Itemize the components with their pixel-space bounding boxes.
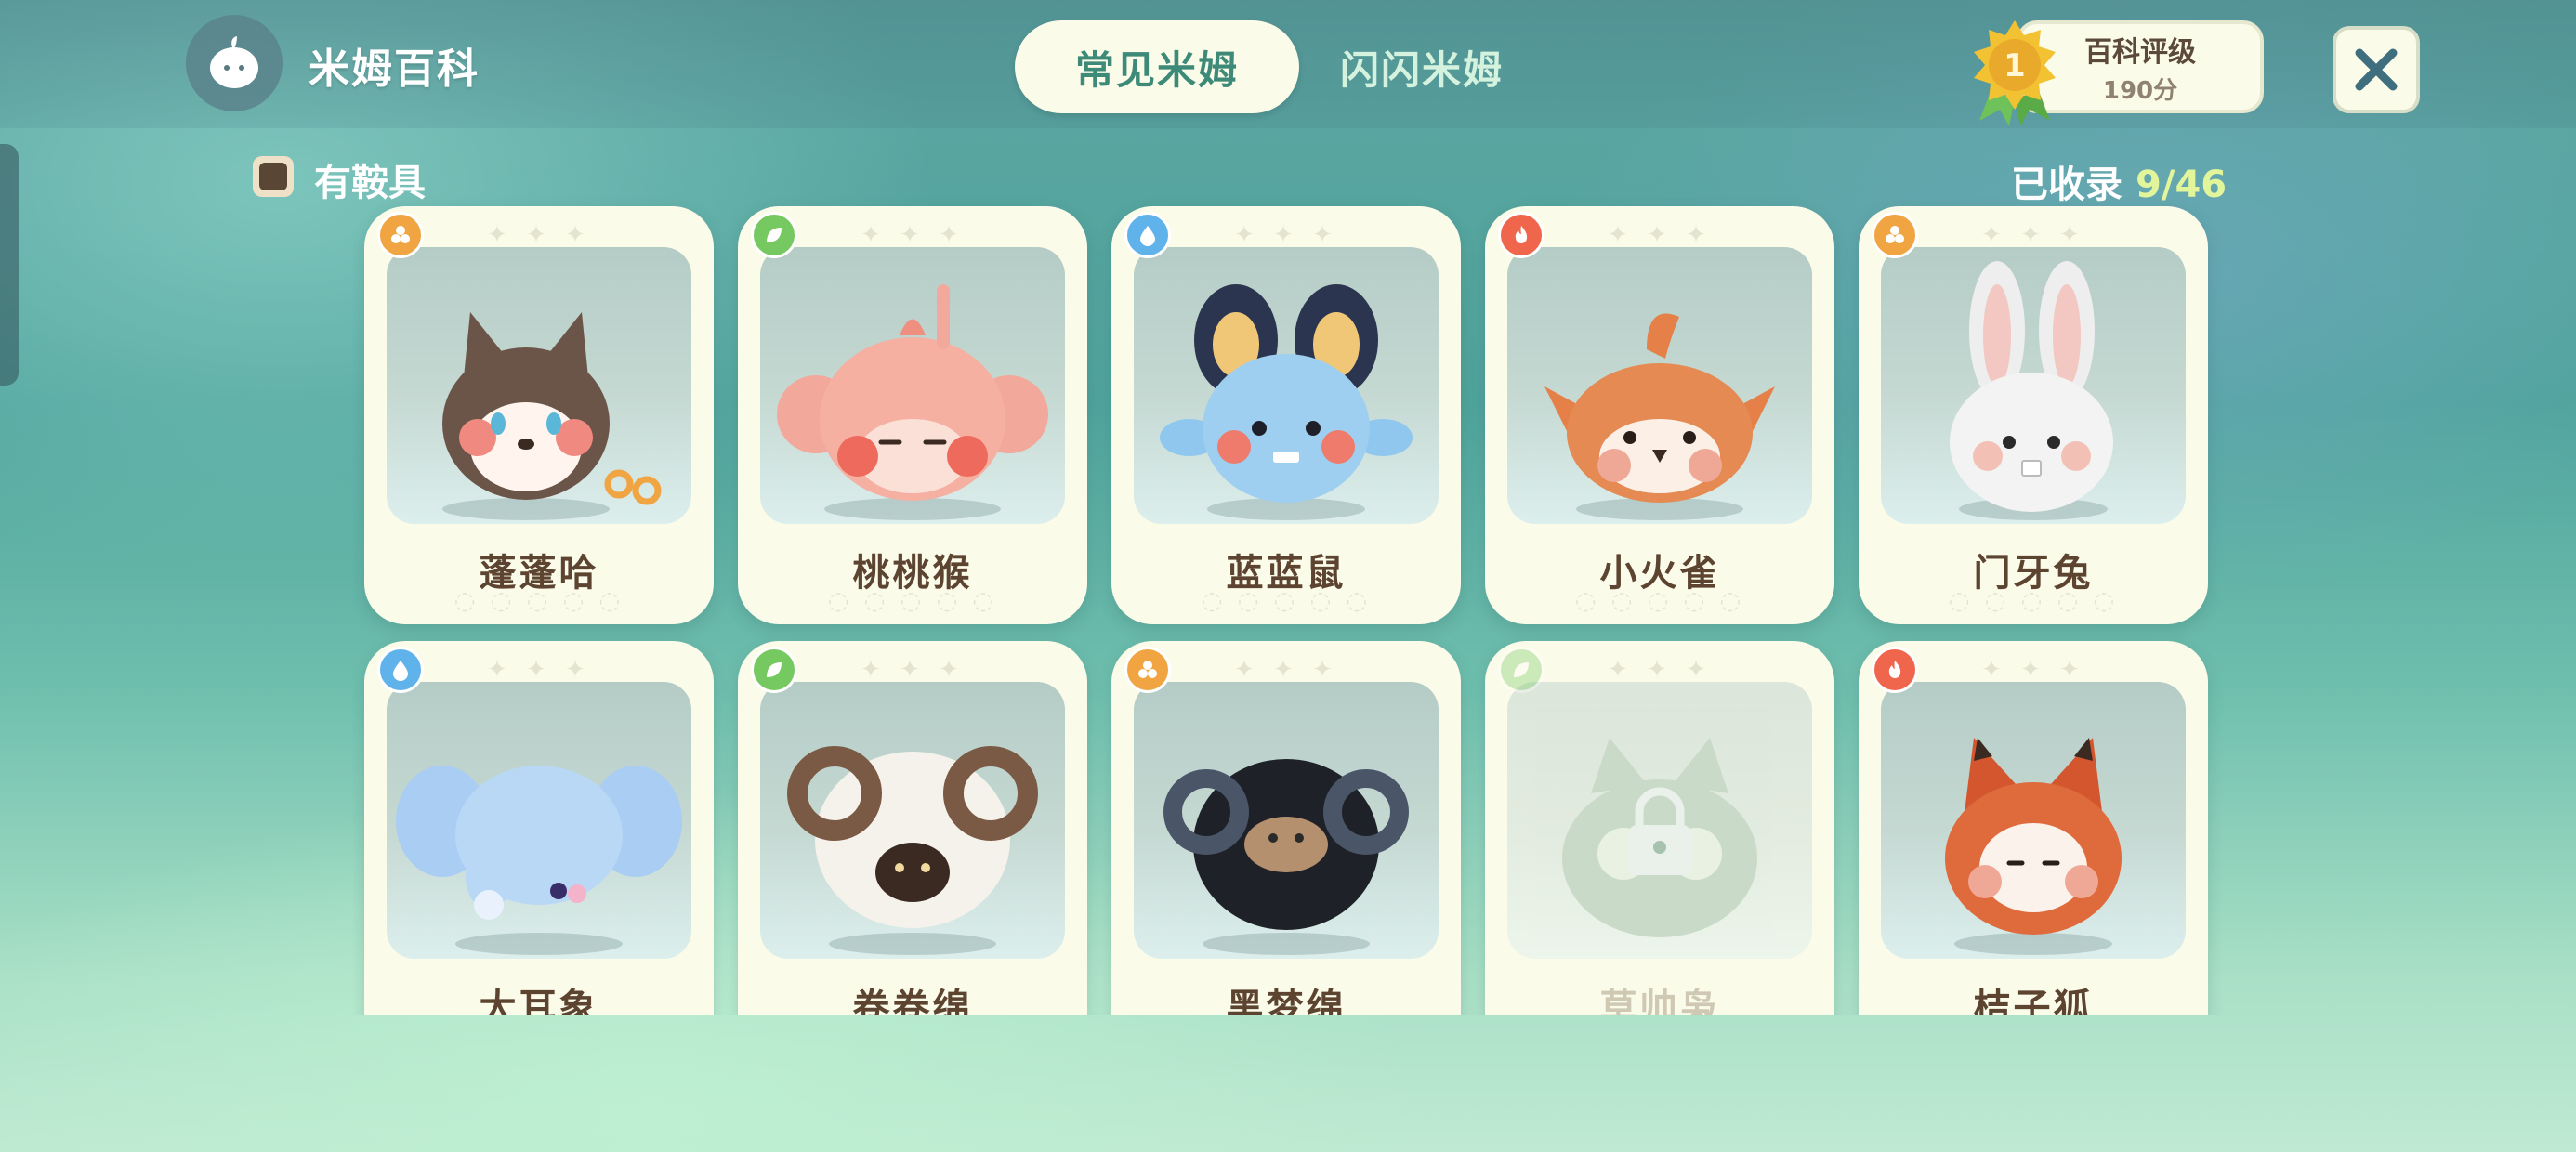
- element-ground-icon: [377, 212, 424, 258]
- rating-label: 百科评级: [2084, 35, 2196, 69]
- mim-portrait: [1507, 247, 1812, 524]
- close-button[interactable]: [2333, 26, 2420, 113]
- side-drawer-handle[interactable]: [0, 144, 19, 386]
- rating-score: 190分: [2102, 76, 2178, 105]
- element-fire-icon: [1498, 212, 1544, 258]
- lock-icon: [1628, 787, 1691, 875]
- app-avatar-icon[interactable]: [186, 15, 283, 111]
- mim-card[interactable]: ✦ ✦ ✦ 大耳象 ◌ ◌ ◌ ◌ ◌: [364, 641, 714, 1015]
- element-ground-icon: [1872, 212, 1918, 258]
- mim-card[interactable]: ✦ ✦ ✦ 桃桃猴 ◌ ◌ ◌ ◌ ◌: [738, 206, 1087, 624]
- mim-card[interactable]: ✦ ✦ ✦ 小火雀 ◌ ◌ ◌ ◌ ◌: [1485, 206, 1834, 624]
- mim-grid: ✦ ✦ ✦ 蓬蓬哈 ◌ ◌ ◌ ◌ ◌ ✦ ✦ ✦ 桃桃猴 ◌ ◌ ◌ ◌ ◌ …: [353, 195, 2230, 1015]
- element-grass-icon: [751, 212, 797, 258]
- tab-shiny-mim[interactable]: 闪闪米姆: [1320, 20, 1524, 113]
- mim-name: 桔子狐: [1973, 987, 2094, 1015]
- element-water-icon: [1124, 212, 1171, 258]
- mim-card[interactable]: ✦ ✦ ✦ 蓝蓝鼠 ◌ ◌ ◌ ◌ ◌: [1111, 206, 1461, 624]
- element-grass-icon: [751, 647, 797, 693]
- mim-portrait: [760, 247, 1065, 524]
- close-icon: [2355, 48, 2398, 91]
- mim-card[interactable]: ✦ ✦ ✦ 蓬蓬哈 ◌ ◌ ◌ ◌ ◌: [364, 206, 714, 624]
- tab-common-mim[interactable]: 常见米姆: [1015, 20, 1299, 113]
- element-fire-icon: [1872, 647, 1918, 693]
- element-water-icon: [377, 647, 424, 693]
- element-ground-icon: [1124, 647, 1171, 693]
- mim-card[interactable]: ✦ ✦ ✦ 卷卷绵 ◌ ◌ ◌ ◌ ◌: [738, 641, 1087, 1015]
- mim-card-locked[interactable]: ✦ ✦ ✦ 草帅枭 ◌ ◌ ◌ ◌ ◌: [1485, 641, 1834, 1015]
- mim-card[interactable]: ✦ ✦ ✦ 桔子狐 ◌ ◌ ◌ ◌ ◌: [1859, 641, 2208, 1015]
- mim-portrait: [1881, 247, 2186, 524]
- mim-portrait: [387, 682, 691, 959]
- app-title: 米姆百科: [309, 46, 480, 93]
- mim-portrait: [1134, 682, 1439, 959]
- rank-number: 1: [2004, 47, 2026, 85]
- mim-name: 大耳象: [479, 987, 599, 1015]
- mim-name: 卷卷绵: [852, 987, 973, 1015]
- rank-medal-icon: 1: [1963, 17, 2067, 128]
- mim-name: 黑梦绵: [1226, 987, 1347, 1015]
- saddle-filter-checkbox[interactable]: [253, 156, 294, 197]
- mim-portrait: [387, 247, 691, 524]
- mim-card[interactable]: ✦ ✦ ✦ 门牙兔 ◌ ◌ ◌ ◌ ◌: [1859, 206, 2208, 624]
- element-grass-icon: [1498, 647, 1544, 693]
- mim-portrait: [760, 682, 1065, 959]
- mim-name: 草帅枭: [1599, 987, 1720, 1015]
- mim-portrait: [1134, 247, 1439, 524]
- mim-portrait: [1881, 682, 2186, 959]
- mim-card[interactable]: ✦ ✦ ✦ 黑梦绵 ◌ ◌ ◌ ◌ ◌: [1111, 641, 1461, 1015]
